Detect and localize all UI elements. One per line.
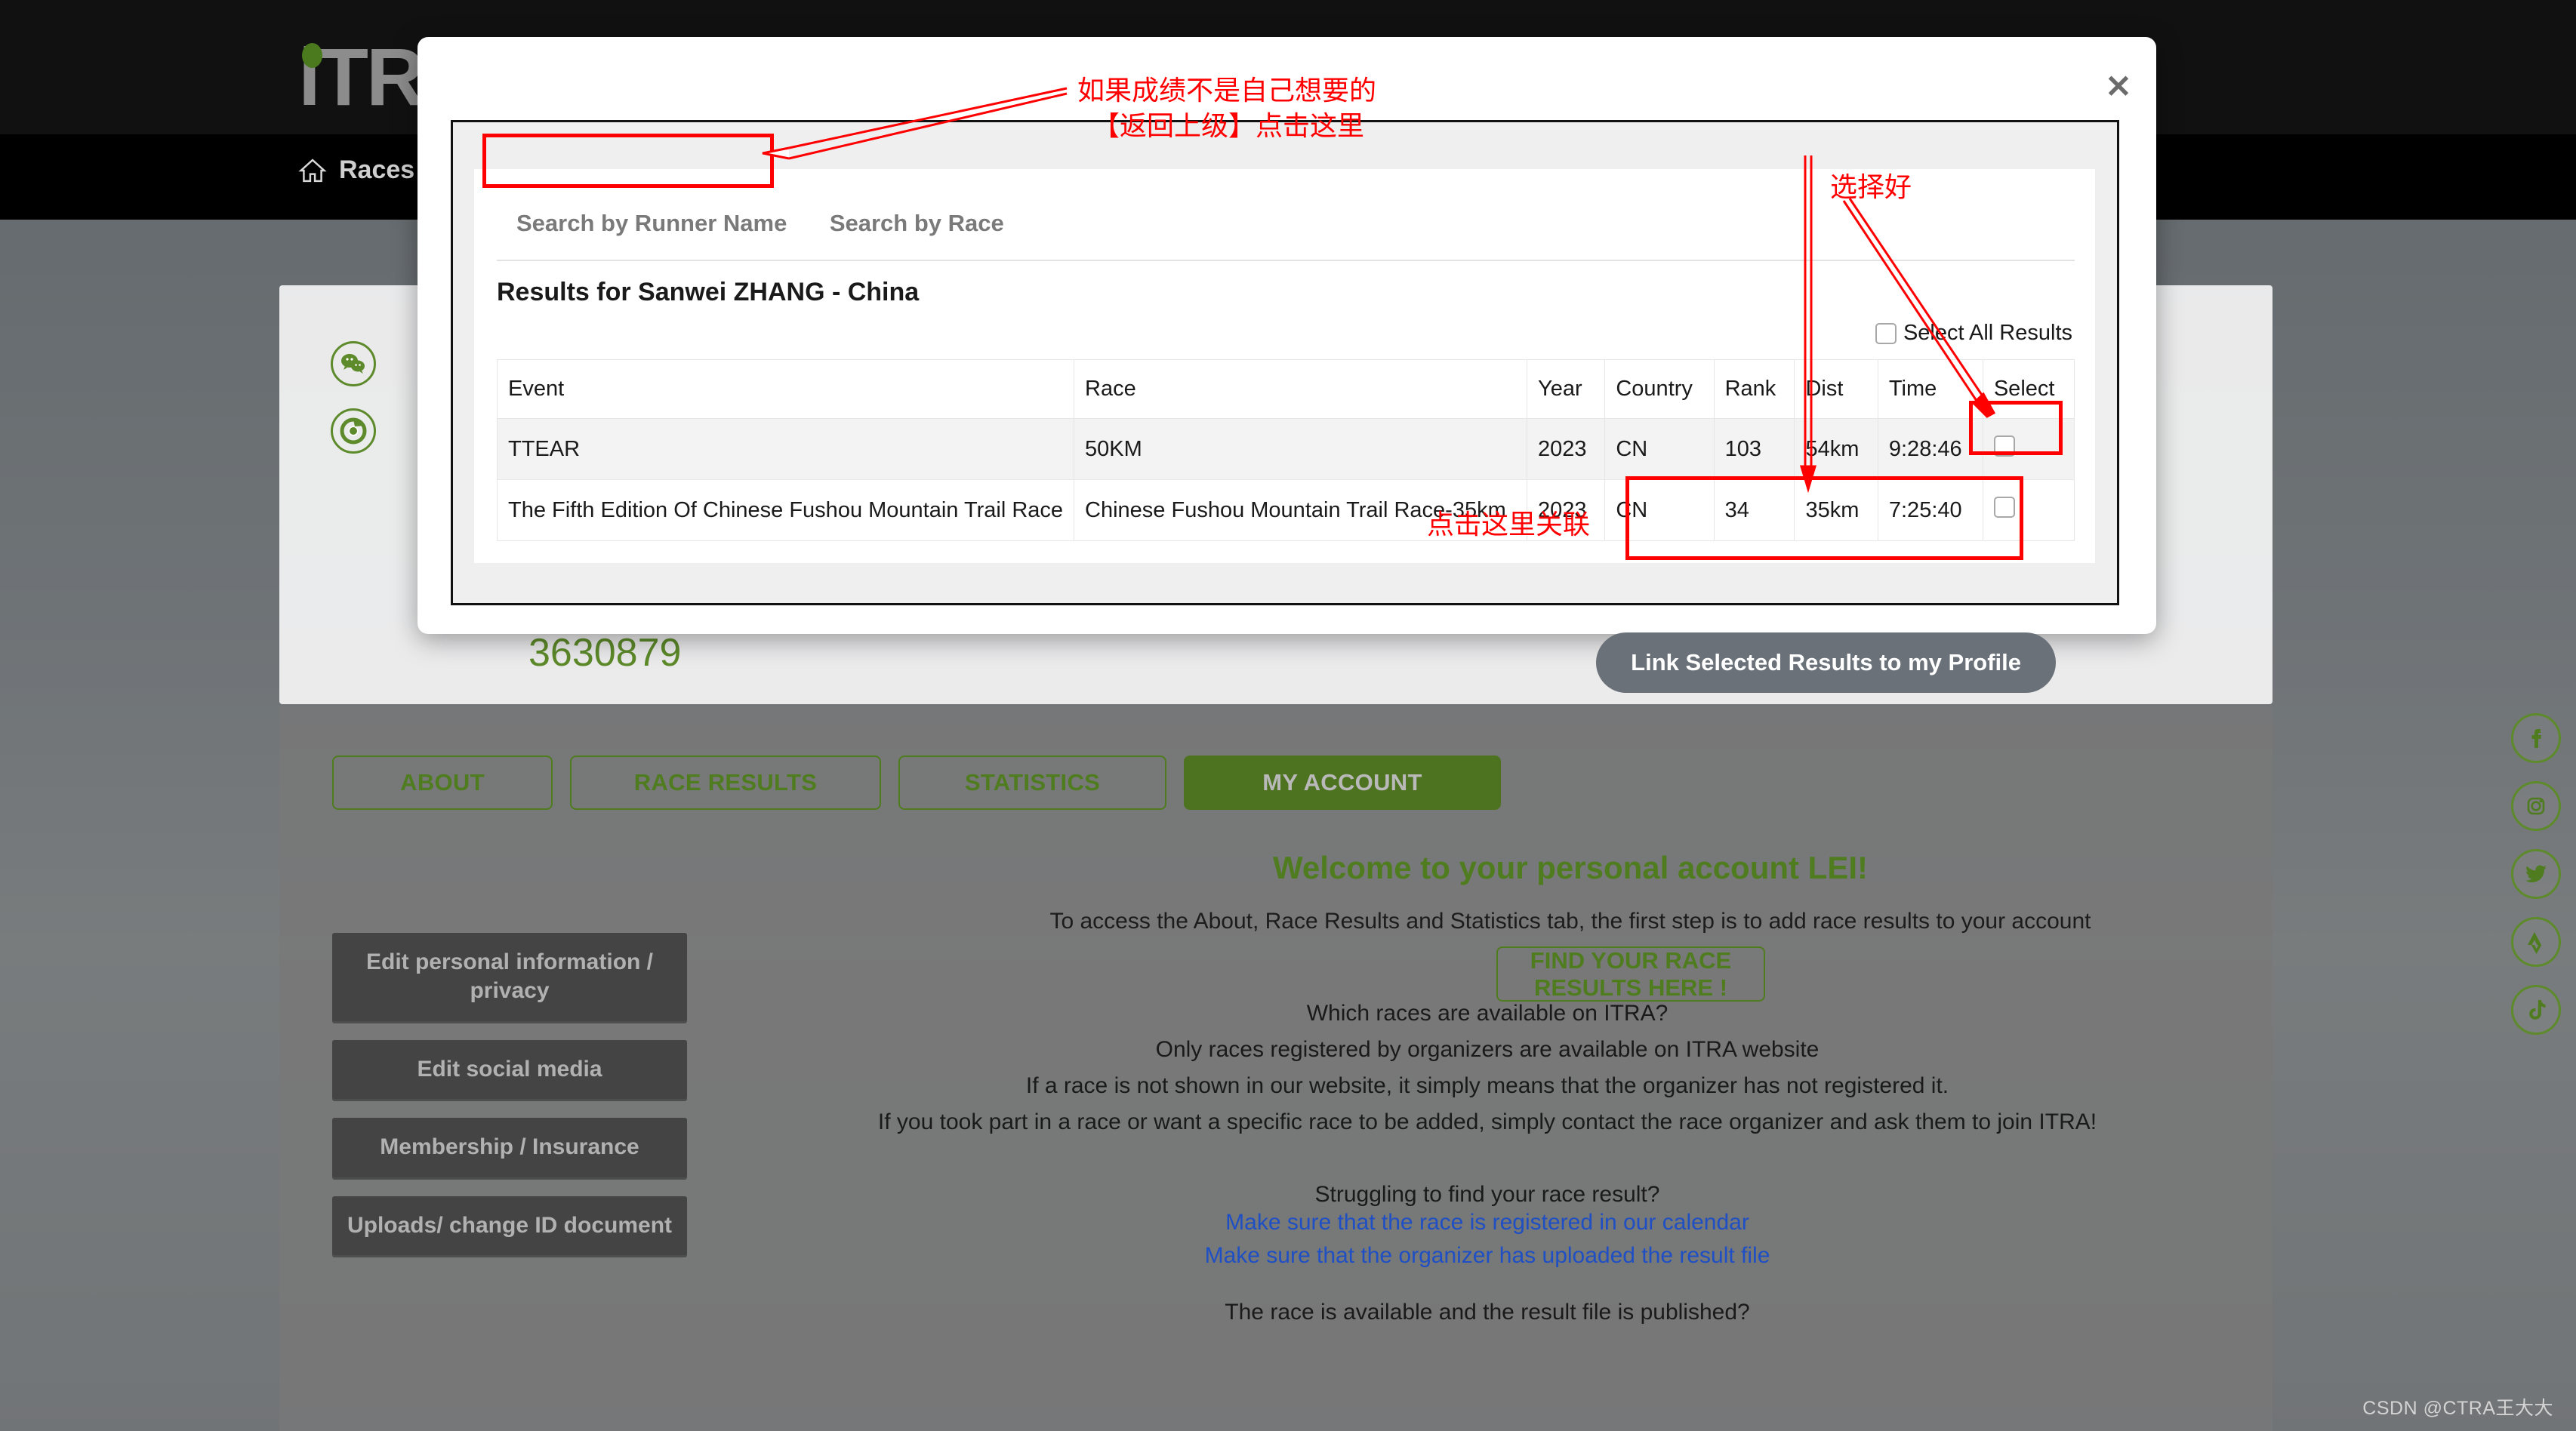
cell-rank: 103 bbox=[1713, 418, 1795, 480]
strava-icon[interactable] bbox=[2511, 917, 2561, 967]
info-paragraph: If you took part in a race or want a spe… bbox=[877, 1109, 2097, 1134]
info-paragraph: If a race is not shown in our website, i… bbox=[1025, 1073, 1949, 1098]
left-social-column bbox=[331, 341, 376, 475]
info-paragraph: Which races are available on ITRA? bbox=[1306, 1001, 1669, 1026]
close-icon[interactable]: ✕ bbox=[2102, 70, 2135, 103]
tab-about[interactable]: ABOUT bbox=[332, 756, 553, 810]
th-dist: Dist bbox=[1794, 359, 1878, 419]
account-side-buttons: Edit personal information / privacy Edit… bbox=[332, 933, 687, 1274]
annotation-box-row-checkbox bbox=[1969, 401, 2063, 455]
th-year: Year bbox=[1527, 359, 1606, 419]
table-header-row: Event Race Year Country Rank Dist Time S… bbox=[496, 359, 2075, 419]
info-paragraph: The race is available and the result fil… bbox=[1225, 1300, 1750, 1325]
wechat-icon[interactable] bbox=[331, 341, 376, 386]
modal-tabs: Search by Runner Name Search by Race bbox=[497, 199, 2075, 261]
annotation-box-tab bbox=[482, 134, 774, 188]
annotation-select-hint: 选择好 bbox=[1830, 172, 1912, 203]
cell-dist: 54km bbox=[1794, 418, 1878, 480]
checkbox-icon[interactable] bbox=[1875, 322, 1897, 344]
th-rank: Rank bbox=[1713, 359, 1795, 419]
calendar-link[interactable]: Make sure that the race is registered in… bbox=[732, 1210, 2242, 1236]
results-title: Results for Sanwei ZHANG - China bbox=[497, 278, 920, 306]
table-row: TTEAR 50KM 2023 CN 103 54km 9:28:46 bbox=[496, 418, 2075, 480]
nav-item-races[interactable]: Races bbox=[298, 155, 414, 185]
result-file-link[interactable]: Make sure that the organizer has uploade… bbox=[732, 1243, 2242, 1269]
annotation-link-hint: 点击这里关联 bbox=[1427, 509, 1591, 540]
find-race-results-button[interactable]: FIND YOUR RACE RESULTS HERE ! bbox=[1496, 946, 1765, 1002]
facebook-icon[interactable] bbox=[2511, 713, 2561, 763]
account-tabs: ABOUT RACE RESULTS STATISTICS MY ACCOUNT bbox=[332, 756, 1501, 810]
annotation-back-hint-line1: 如果成绩不是自己想要的 bbox=[1077, 75, 1377, 106]
right-social-column bbox=[2511, 713, 2561, 1053]
cell-time: 9:28:46 bbox=[1877, 418, 1983, 480]
tab-my-account[interactable]: MY ACCOUNT bbox=[1184, 756, 1501, 810]
tab-search-by-runner-name[interactable]: Search by Runner Name bbox=[497, 199, 806, 248]
account-subheading: To access the About, Race Results and St… bbox=[1049, 909, 2091, 934]
home-icon bbox=[298, 158, 327, 183]
edit-social-media-button[interactable]: Edit social media bbox=[332, 1039, 687, 1100]
account-panel: ABOUT RACE RESULTS STATISTICS MY ACCOUNT… bbox=[279, 706, 2272, 1431]
logo-dot-icon bbox=[302, 43, 322, 68]
th-event: Event bbox=[496, 359, 1075, 419]
welcome-heading: Welcome to your personal account LEI! bbox=[1272, 850, 1869, 885]
annotation-back-hint-line2: 【返回上级】点击这里 bbox=[1092, 111, 1365, 142]
cell-year: 2023 bbox=[1527, 418, 1606, 480]
tab-search-by-race[interactable]: Search by Race bbox=[810, 199, 1024, 248]
watermark: CSDN @CTRA王大大 bbox=[2362, 1398, 2553, 1419]
select-all-label: Select All Results bbox=[1903, 321, 2072, 345]
info-paragraph: Struggling to find your race result? bbox=[1314, 1182, 1660, 1207]
tab-statistics[interactable]: STATISTICS bbox=[898, 756, 1166, 810]
cell-event: TTEAR bbox=[496, 418, 1075, 480]
th-race: Race bbox=[1074, 359, 1528, 419]
th-time: Time bbox=[1877, 359, 1983, 419]
link-selected-results-button[interactable]: Link Selected Results to my Profile bbox=[1596, 632, 2056, 693]
tiktok-icon[interactable] bbox=[2511, 985, 2561, 1035]
tab-race-results[interactable]: RACE RESULTS bbox=[570, 756, 881, 810]
select-all-results-checkbox[interactable]: Select All Results bbox=[1875, 321, 2072, 346]
annotation-box-link-button bbox=[1625, 476, 2023, 560]
uploads-change-id-document-button[interactable]: Uploads/ change ID document bbox=[332, 1196, 687, 1255]
instagram-icon[interactable] bbox=[2511, 781, 2561, 831]
info-paragraph: Only races registered by organizers are … bbox=[1155, 1037, 1820, 1062]
membership-insurance-button[interactable]: Membership / Insurance bbox=[332, 1118, 687, 1177]
cell-country: CN bbox=[1604, 418, 1715, 480]
edit-personal-information-button[interactable]: Edit personal information / privacy bbox=[332, 933, 687, 1021]
runner-id-number: 3630879 bbox=[528, 631, 682, 675]
cell-race: 50KM bbox=[1074, 418, 1528, 480]
chrome-icon[interactable] bbox=[331, 408, 376, 454]
th-country: Country bbox=[1604, 359, 1715, 419]
twitter-icon[interactable] bbox=[2511, 849, 2561, 899]
nav-item-label: Races bbox=[339, 155, 415, 184]
cell-event: The Fifth Edition Of Chinese Fushou Moun… bbox=[496, 479, 1075, 541]
